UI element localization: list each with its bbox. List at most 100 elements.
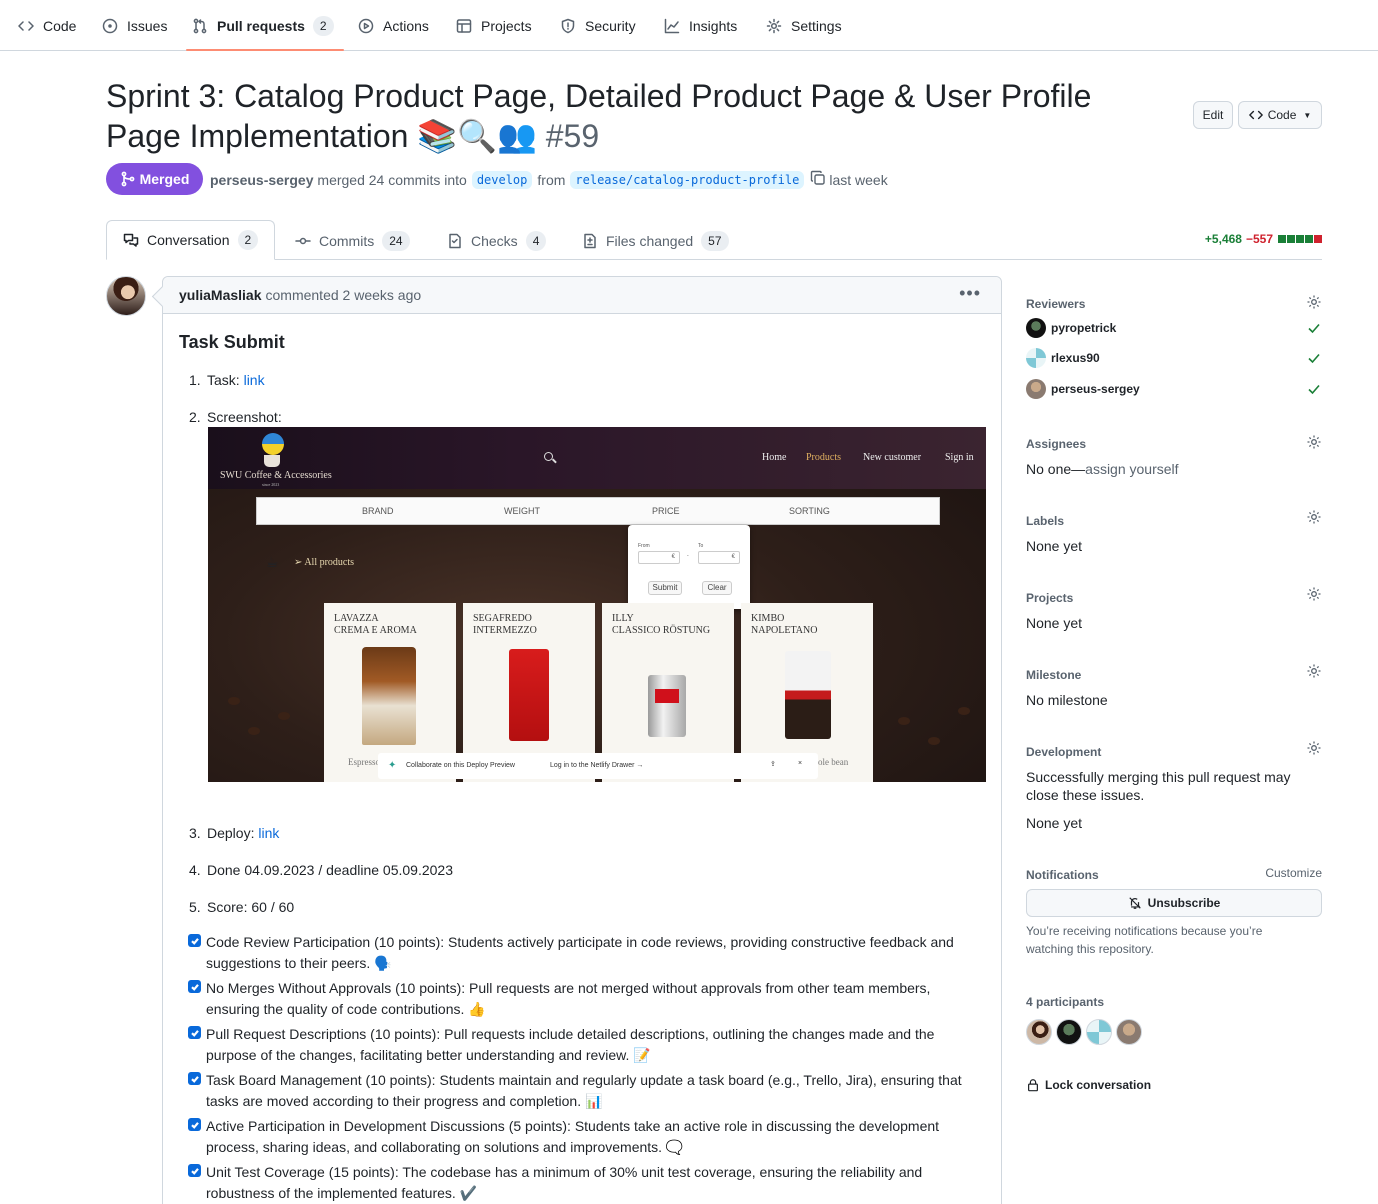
nav-security[interactable]: Security <box>560 0 636 51</box>
edit-button[interactable]: Edit <box>1193 101 1233 129</box>
product-image <box>648 675 686 737</box>
price-from-field: € <box>638 551 680 564</box>
product-title: LAVAZZA CREMA E AROMA <box>334 613 417 636</box>
base-branch[interactable]: develop <box>471 170 533 189</box>
unsubscribe-button[interactable]: Unsubscribe <box>1026 889 1322 917</box>
tab-commits[interactable]: Commits 24 <box>295 221 410 260</box>
gear-icon[interactable] <box>1306 663 1322 679</box>
avatar[interactable] <box>1116 1019 1142 1045</box>
price-dash: - <box>687 553 689 559</box>
pr-time: last week <box>829 171 888 188</box>
checkbox-checked[interactable] <box>188 934 201 947</box>
diffstat-blocks <box>1277 235 1322 243</box>
tab-checks[interactable]: Checks 4 <box>447 221 547 260</box>
avatar[interactable] <box>1086 1019 1112 1045</box>
filter-brand: BRAND <box>362 506 394 516</box>
table-icon <box>456 18 472 33</box>
sidebar-reviewers[interactable]: Reviewers <box>1026 295 1322 311</box>
product-title: SEGAFREDO INTERMEZZO <box>473 613 537 636</box>
comment-box: yuliaMasliak commented 2 weeks ago ••• T… <box>162 276 1002 1204</box>
price-to-field: € <box>698 551 740 564</box>
issue-icon <box>102 18 118 33</box>
shop-nav-sign-in: Sign in <box>945 452 974 463</box>
nav-issues[interactable]: Issues <box>102 0 167 51</box>
search-icon <box>544 452 553 461</box>
sidebar-projects[interactable]: Projects <box>1026 589 1322 605</box>
embedded-screenshot[interactable]: SWU Coffee & Accessories since 2023 Home… <box>208 427 986 782</box>
nav-pull-requests[interactable]: Pull requests 2 <box>186 0 344 51</box>
sidebar-assignees[interactable]: Assignees <box>1026 435 1322 451</box>
head-branch[interactable]: release/catalog-product-profile <box>570 170 805 189</box>
code-dropdown-button[interactable]: Code ▼ <box>1238 101 1322 129</box>
tab-conversation[interactable]: Conversation 2 <box>106 220 276 260</box>
kebab-horizontal-icon[interactable]: ••• <box>959 284 981 302</box>
share-icon: ⇪ <box>770 761 776 768</box>
price-clear: Clear <box>702 581 732 595</box>
shop-nav-home: Home <box>762 452 787 463</box>
tab-files-changed[interactable]: Files changed 57 <box>582 221 729 260</box>
nav-code[interactable]: Code <box>18 0 76 51</box>
reviewer-item[interactable]: perseus-sergey <box>1026 379 1140 399</box>
comment-action: commented 2 weeks ago <box>265 287 422 303</box>
sidebar-labels[interactable]: Labels <box>1026 512 1322 528</box>
git-merge-icon <box>121 171 134 187</box>
nav-actions[interactable]: Actions <box>358 0 429 51</box>
nav-settings[interactable]: Settings <box>766 0 842 51</box>
sidebar-development[interactable]: Development <box>1026 743 1322 759</box>
reviewer-item[interactable]: pyropetrick <box>1026 318 1116 338</box>
diffstat-deletions: −557 <box>1245 232 1273 246</box>
task-checklist: Code Review Participation (10 points): S… <box>179 932 987 1204</box>
bean-caption: ole bean <box>818 757 849 767</box>
development-text: Successfully merging this pull request m… <box>1026 769 1291 803</box>
gear-icon <box>766 18 782 33</box>
file-diff-icon <box>584 233 596 248</box>
checkbox-checked[interactable] <box>188 1118 201 1131</box>
diffstat: +5,468 −557 <box>1205 232 1322 246</box>
diffstat-block <box>1296 235 1304 243</box>
list-item: 3. Deploy: link <box>189 825 280 841</box>
lock-conversation-button[interactable]: Lock conversation <box>1026 1078 1151 1092</box>
gear-icon[interactable] <box>1306 586 1322 602</box>
checkbox-checked[interactable] <box>188 1026 201 1039</box>
coffee-bean <box>248 727 260 735</box>
sidebar-milestone[interactable]: Milestone <box>1026 666 1322 682</box>
pr-number: #59 <box>545 118 600 154</box>
gear-icon[interactable] <box>1306 740 1322 756</box>
comment-header: yuliaMasliak commented 2 weeks ago ••• <box>163 277 1001 314</box>
merged-state-badge: Merged <box>106 163 203 195</box>
coffee-bean <box>928 737 940 745</box>
avatar[interactable] <box>1056 1019 1082 1045</box>
assign-yourself-link[interactable]: assign yourself <box>1085 461 1178 477</box>
copy-icon[interactable] <box>809 170 829 189</box>
gear-icon[interactable] <box>1306 509 1322 525</box>
play-icon <box>358 18 374 33</box>
gear-icon[interactable] <box>1306 294 1322 310</box>
nav-projects[interactable]: Projects <box>456 0 532 51</box>
task-link[interactable]: link <box>244 372 265 388</box>
filter-price: PRICE <box>652 506 680 516</box>
reviewer-item[interactable]: rlexus90 <box>1026 348 1100 368</box>
customize-link[interactable]: Customize <box>1265 866 1322 880</box>
milestone-value: No milestone <box>1026 692 1108 708</box>
diffstat-block <box>1305 235 1313 243</box>
avatar[interactable] <box>1026 1019 1052 1045</box>
checkbox-checked[interactable] <box>188 980 201 993</box>
gear-icon[interactable] <box>1306 434 1322 450</box>
pr-meta: perseus-sergey merged 24 commits into de… <box>210 170 888 189</box>
comment-author[interactable]: yuliaMasliak <box>179 287 262 303</box>
netlify-login: Log in to the Netlify Drawer → <box>550 762 644 769</box>
pr-author[interactable]: perseus-sergey <box>210 172 314 188</box>
labels-value: None yet <box>1026 538 1083 554</box>
product-label <box>655 689 679 703</box>
checkbox-checked[interactable] <box>188 1164 201 1177</box>
task-item: Code Review Participation (10 points): S… <box>179 932 987 974</box>
nav-insights[interactable]: Insights <box>664 0 737 51</box>
coffee-bean <box>278 712 290 720</box>
diffstat-block <box>1314 235 1322 243</box>
checkbox-checked[interactable] <box>188 1072 201 1085</box>
task-item: Unit Test Coverage (15 points): The code… <box>179 1162 987 1204</box>
coffee-bean <box>898 717 910 725</box>
deploy-link[interactable]: link <box>258 825 279 841</box>
avatar[interactable] <box>106 276 146 316</box>
filter-sorting: SORTING <box>789 506 830 516</box>
